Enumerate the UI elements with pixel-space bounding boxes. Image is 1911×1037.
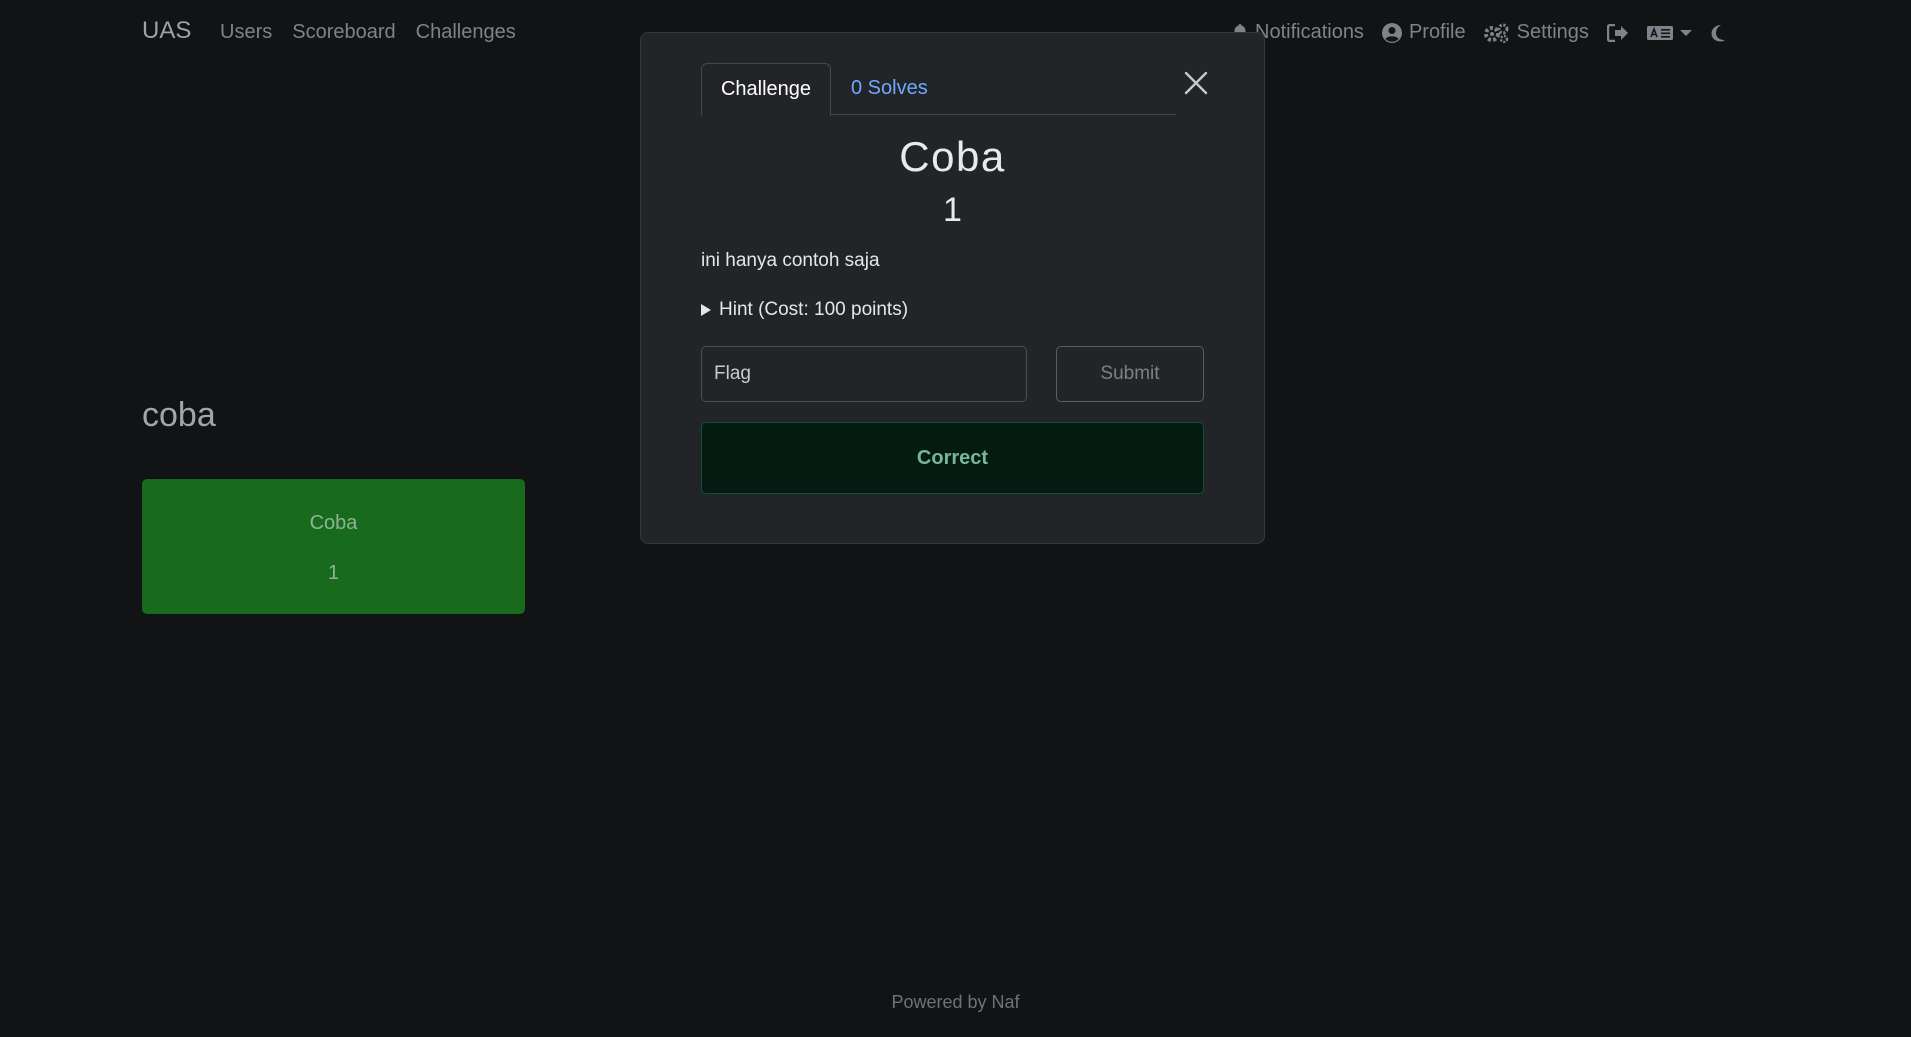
close-icon — [1176, 63, 1216, 103]
result-alert: Correct — [701, 422, 1204, 494]
nav-settings[interactable]: Settings — [1483, 21, 1589, 44]
language-icon — [1646, 25, 1673, 41]
nav-settings-label: Settings — [1516, 21, 1589, 43]
nav-right-items: Notifications Profile Settings — [1232, 21, 1726, 44]
nav-link-users[interactable]: Users — [220, 21, 272, 44]
challenge-card-value: 1 — [327, 562, 340, 584]
category-title: coba — [142, 396, 216, 434]
challenge-value: 1 — [943, 191, 962, 229]
brand-logo[interactable]: UAS — [142, 17, 191, 45]
user-circle-icon — [1381, 22, 1402, 43]
moon-icon — [1710, 24, 1726, 42]
challenge-card-name: Coba — [309, 512, 358, 534]
challenge-description: ini hanya contoh saja — [701, 250, 880, 271]
submit-button[interactable]: Submit — [1056, 346, 1204, 402]
caret-down-icon — [1679, 29, 1692, 37]
hint-label: Hint (Cost: 100 points) — [719, 299, 909, 320]
disclosure-triangle-icon — [701, 304, 711, 316]
modal-tabs: Challenge 0 Solves — [701, 63, 1176, 116]
challenge-card[interactable]: Coba 1 — [142, 479, 525, 614]
cogs-icon — [1483, 23, 1510, 43]
nav-notifications-label: Notifications — [1255, 21, 1364, 43]
nav-theme-toggle[interactable] — [1710, 24, 1726, 42]
nav-link-scoreboard[interactable]: Scoreboard — [292, 21, 395, 44]
nav-left-links: Users Scoreboard Challenges — [220, 21, 516, 44]
sign-out-icon — [1606, 23, 1629, 42]
challenge-modal: Challenge 0 Solves Coba 1 ini hanya cont… — [640, 32, 1265, 544]
nav-logout[interactable] — [1606, 23, 1629, 42]
hint-toggle[interactable]: Hint (Cost: 100 points) — [701, 299, 908, 321]
nav-profile[interactable]: Profile — [1381, 21, 1466, 44]
flag-input[interactable] — [701, 346, 1027, 402]
nav-link-challenges[interactable]: Challenges — [416, 21, 516, 44]
footer[interactable]: Powered by Naf — [0, 992, 1911, 1013]
nav-profile-label: Profile — [1408, 21, 1466, 43]
close-button[interactable] — [1176, 63, 1216, 103]
challenge-title: Coba — [899, 133, 1006, 180]
nav-language-dropdown[interactable] — [1646, 25, 1692, 41]
tab-challenge[interactable]: Challenge — [701, 63, 831, 116]
tab-solves[interactable]: 0 Solves — [851, 63, 928, 115]
